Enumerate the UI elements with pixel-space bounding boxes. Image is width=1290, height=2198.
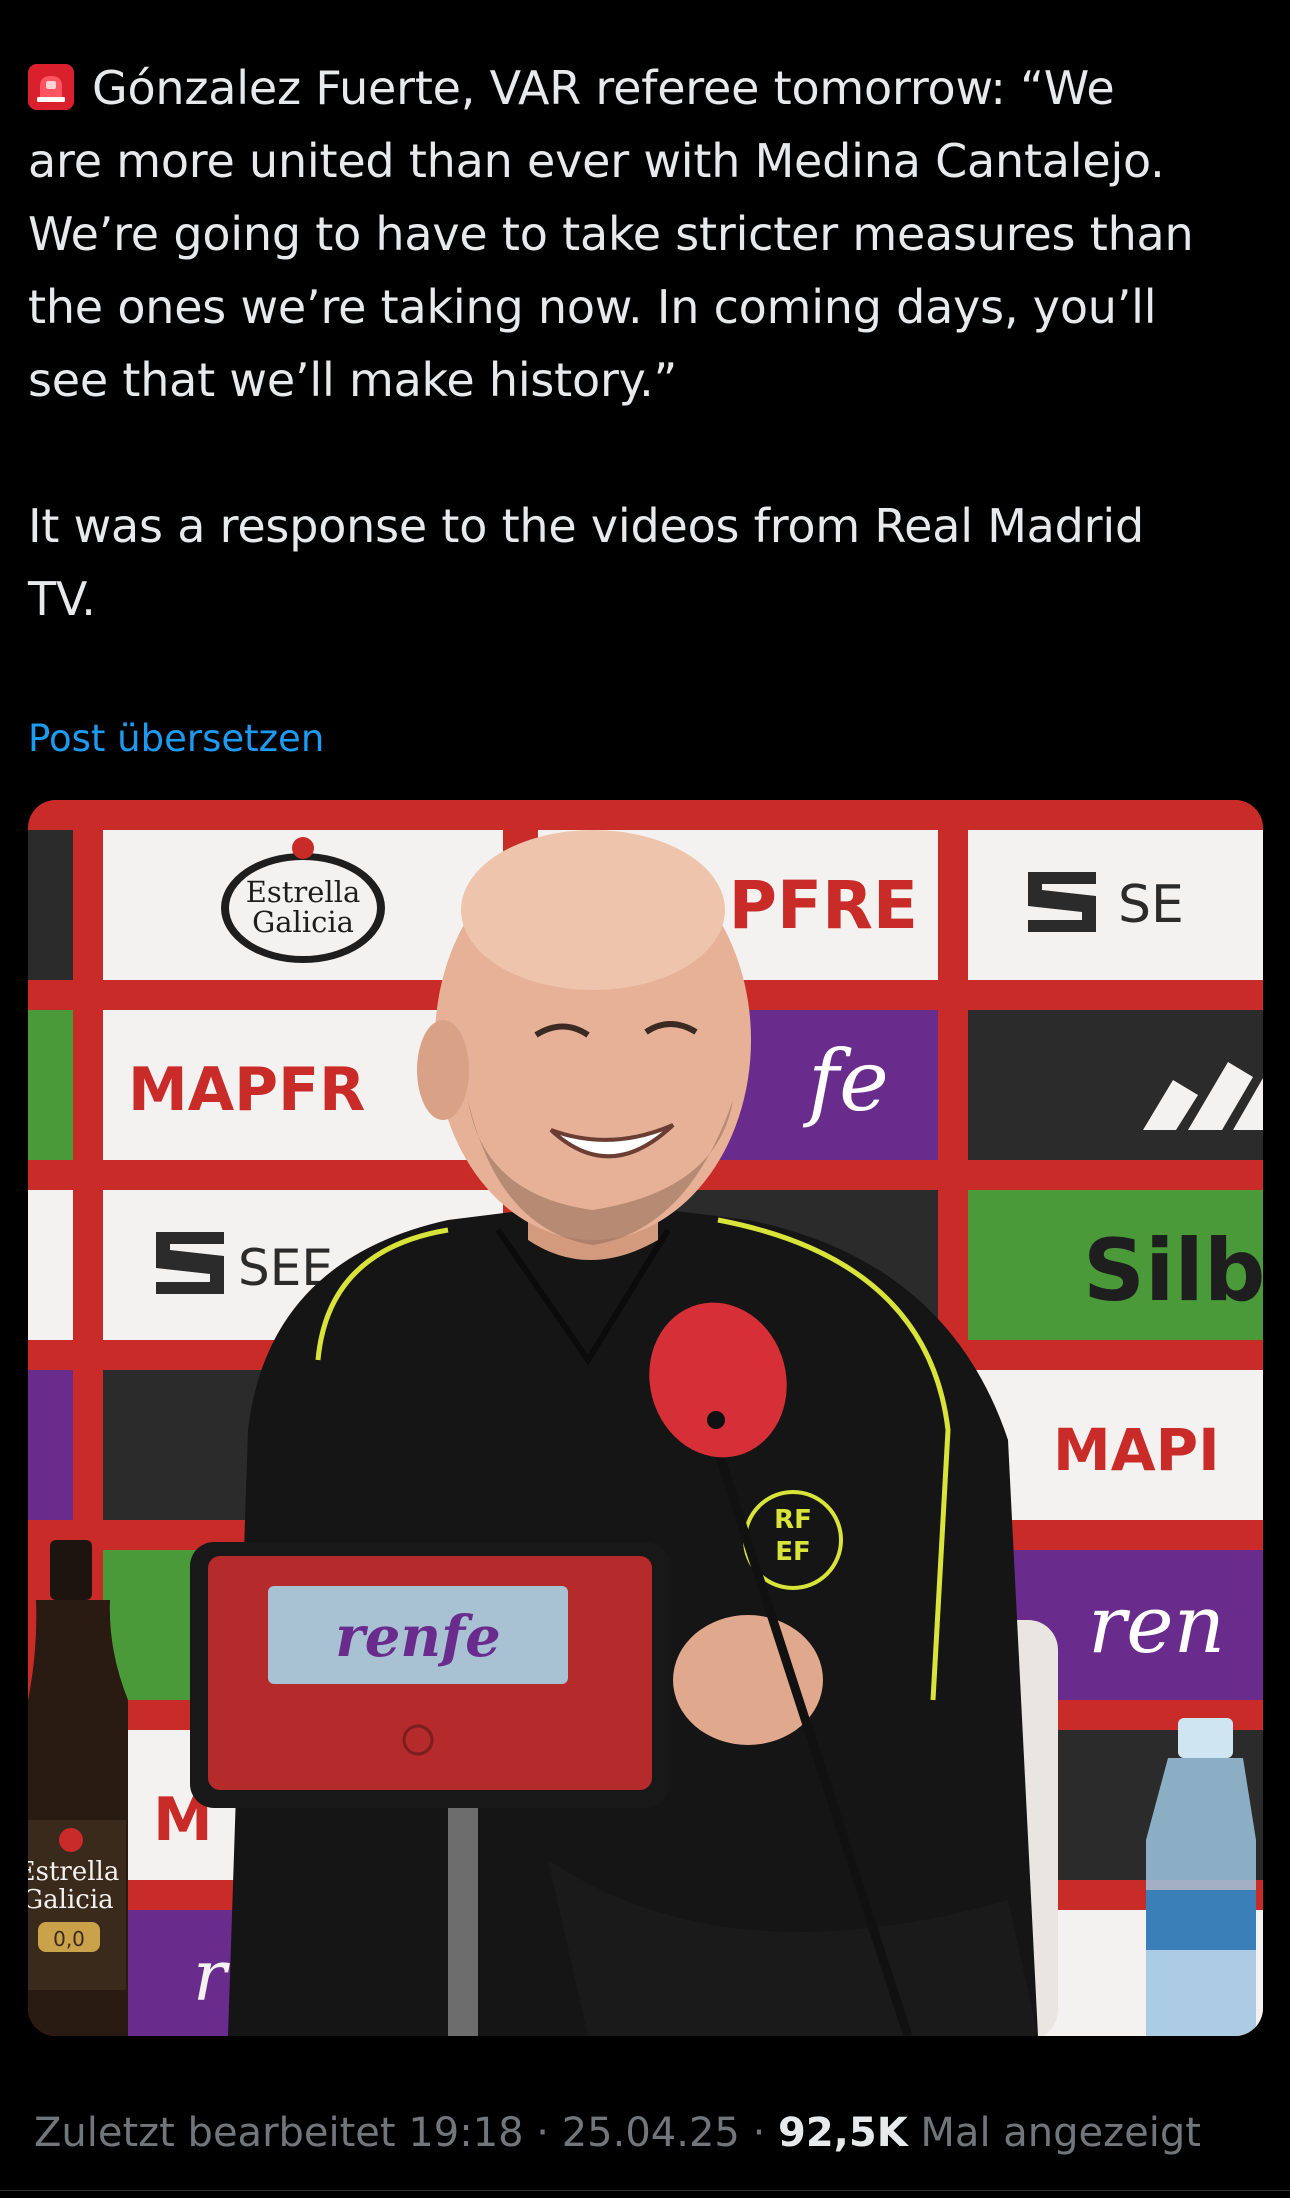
post-image[interactable]: Estrella Galicia PFRE SE MAPFR fe SEE Si… [28,800,1263,2036]
post-line-3: We’re going to have to take stricter mea… [28,207,1194,261]
meta-separator: · [739,2110,779,2156]
views-count: 92,5K [778,2110,908,2156]
sponsor-mapi-text: MAPI [1053,1416,1220,1484]
sponsor-renfe-wall-text: fe [802,1032,889,1130]
post-line-1: Gónzalez Fuerte, VAR referee tomorrow: “… [28,52,1268,125]
divider [0,2190,1290,2191]
post-line-5: see that we’ll make history.” [28,353,678,407]
bottle-galicia-text: Galicia [28,1885,114,1915]
podium-renfe-text: renfe [335,1604,501,1670]
sponsor-silb-text: Silb [1083,1221,1263,1321]
sponsor-seat-text-a: SE [1118,875,1184,935]
post-line-7: TV. [28,572,96,626]
post-line-2: are more united than ever with Medina Ca… [28,134,1165,188]
post: Gónzalez Fuerte, VAR referee tomorrow: “… [0,0,1290,2198]
sponsor-mapfre-text-a: PFRE [729,867,918,944]
bottle-00-text: 0,0 [53,1927,85,1951]
seat-logo-icon [1028,872,1096,932]
post-line-6: It was a response to the videos from Rea… [28,499,1144,553]
post-line-4: the ones we’re taking now. In coming day… [28,280,1157,334]
edited-timestamp[interactable]: Zuletzt bearbeitet 19:18 · 25.04.25 [34,2110,740,2156]
svg-text:r: r [193,1935,230,2017]
bottle-estrella-text: Estrella [28,1857,119,1887]
sponsor-mapfre-text-b: MAPFR [128,1055,365,1125]
sponsor-galicia-text: Galicia [252,905,354,939]
seat-logo-icon-2 [156,1232,224,1294]
post-meta: Zuletzt bearbeitet 19:18 · 25.04.25 · 92… [34,2110,1201,2156]
sponsor-ren-text: ren [1088,1578,1225,1671]
post-text: Gónzalez Fuerte, VAR referee tomorrow: “… [28,52,1268,636]
badge-ef-text: EF [775,1537,811,1567]
views-label: Mal angezeigt [920,2110,1201,2156]
press-conference-photo: Estrella Galicia PFRE SE MAPFR fe SEE Si… [28,800,1263,2036]
sponsor-estrella-text: Estrella [246,875,361,909]
badge-rf-text: RF [774,1505,812,1535]
sponsor-panel-seat [968,830,1263,980]
police-car-light-icon [28,64,74,110]
translate-post-link[interactable]: Post übersetzen [28,717,324,760]
